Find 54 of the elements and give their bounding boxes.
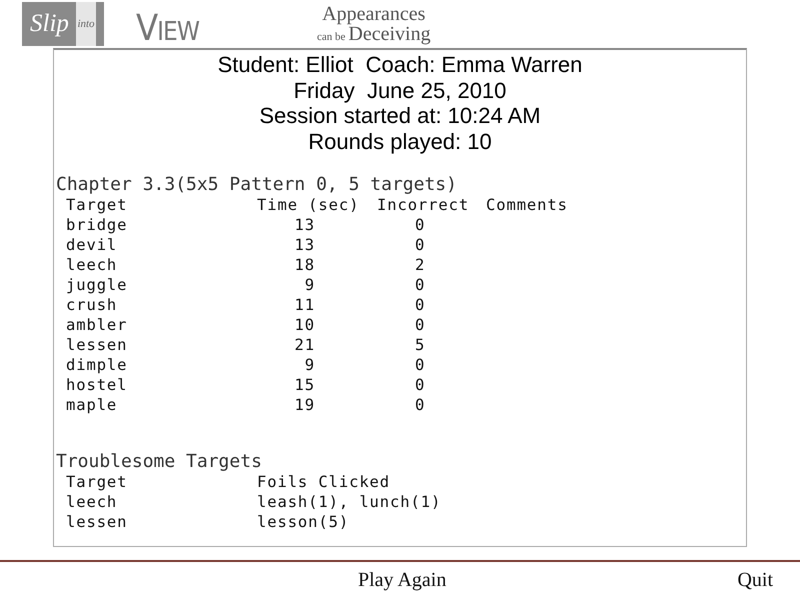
tagline: Deceiving <box>348 24 431 44</box>
table-cell-text: hostel <box>66 375 128 395</box>
table-cell-text: dimple <box>66 355 128 375</box>
table-cell-text: juggle <box>66 275 128 295</box>
table-cell-text: devil <box>66 235 118 255</box>
table-cell-text: 0 <box>414 355 426 375</box>
table-cell-text: 0 <box>414 215 426 235</box>
table-cell-text: 0 <box>414 235 426 255</box>
column-header: Comments <box>486 195 569 215</box>
table-cell-text: 15 <box>294 375 316 395</box>
tagline: can be <box>316 32 346 43</box>
table-cell-text: lessen <box>66 335 128 355</box>
table-cell-text: 2 <box>414 255 426 275</box>
summary-line: Student: Elliot Coach: Emma Warren <box>218 52 582 78</box>
table-cell-text: 0 <box>414 315 426 335</box>
table-cell-text: crush <box>66 295 118 315</box>
table-cell-text: ambler <box>66 315 128 335</box>
table-cell-text: bridge <box>66 215 128 235</box>
table-cell-text: 21 <box>294 335 316 355</box>
column-header: Time (sec) <box>257 195 360 215</box>
table-cell-text: 0 <box>414 275 426 295</box>
table-cell-text: 0 <box>414 295 426 315</box>
section-heading: Chapter 3.3(5x5 Pattern 0, 5 targets) <box>56 174 458 195</box>
table-cell-text: 9 <box>304 355 316 375</box>
column-header: Target <box>66 472 128 492</box>
table-cell-text: 19 <box>294 395 316 415</box>
section-heading: Troublesome Targets <box>56 451 263 472</box>
table-cell-text: maple <box>66 395 118 415</box>
column-header: Incorrect <box>377 195 470 215</box>
table-cell-text: 18 <box>294 255 316 275</box>
table-cell-text: 10 <box>294 315 316 335</box>
table-cell-text: 13 <box>294 215 316 235</box>
tagline: Appearances <box>321 4 426 24</box>
table-cell-text: leech <box>66 492 118 512</box>
table-cell-text: 13 <box>294 235 316 255</box>
table-cell-text: lesson(5) <box>257 512 350 532</box>
table-cell-text: 0 <box>414 375 426 395</box>
logo-vertical-text: into <box>76 2 96 46</box>
table-cell-text: 11 <box>294 295 316 315</box>
play-again-button[interactable]: Play Again <box>358 568 446 592</box>
table-cell-text: lessen <box>66 512 128 532</box>
brand-title: VIEW <box>136 8 199 49</box>
table-cell-text: 9 <box>304 275 316 295</box>
table-cell-text: 0 <box>414 395 426 415</box>
summary-line: Friday June 25, 2010 <box>294 78 506 103</box>
table-cell-text: 5 <box>414 335 426 355</box>
logo-script: Slip <box>29 10 70 38</box>
quit-button[interactable]: Quit <box>737 568 773 592</box>
summary-line: Rounds played: 10 <box>308 128 492 154</box>
table-cell-text: leech <box>66 255 118 275</box>
column-header: Foils Clicked <box>257 472 392 492</box>
table-cell-text: leash(1), lunch(1) <box>257 492 442 512</box>
summary-line: Session started at: 10:24 AM <box>259 103 541 128</box>
column-header: Target <box>66 195 128 215</box>
